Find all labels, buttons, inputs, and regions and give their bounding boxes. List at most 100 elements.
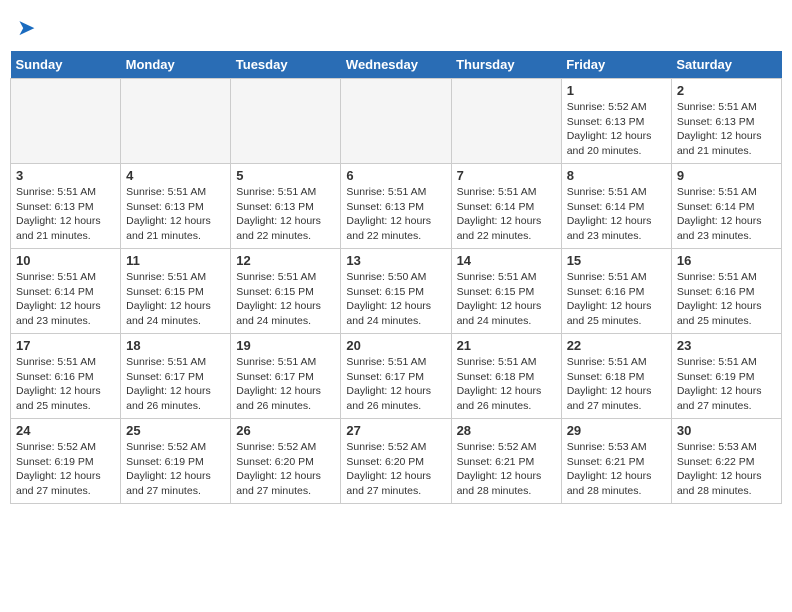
calendar-cell: 9 Sunrise: 5:51 AM Sunset: 6:14 PM Daylig… — [671, 164, 781, 249]
calendar-cell: 28 Sunrise: 5:52 AM Sunset: 6:21 PM Dayli… — [451, 419, 561, 504]
day-number: 7 — [457, 168, 556, 183]
cell-info: Sunrise: 5:52 AM Sunset: 6:20 PM Dayligh… — [236, 440, 335, 499]
day-header-thursday: Thursday — [451, 51, 561, 79]
day-number: 11 — [126, 253, 225, 268]
day-number: 18 — [126, 338, 225, 353]
day-number: 2 — [677, 83, 776, 98]
calendar-cell: 17 Sunrise: 5:51 AM Sunset: 6:16 PM Dayli… — [11, 334, 121, 419]
calendar-cell: 30 Sunrise: 5:53 AM Sunset: 6:22 PM Dayli… — [671, 419, 781, 504]
calendar-cell: 15Sunrise: 5:51 AM Sunset: 6:16 PM Dayli… — [561, 249, 671, 334]
cell-info: Sunrise: 5:51 AM Sunset: 6:13 PM Dayligh… — [677, 100, 776, 159]
cell-info: Sunrise: 5:52 AM Sunset: 6:19 PM Dayligh… — [16, 440, 115, 499]
calendar-cell: 24 Sunrise: 5:52 AM Sunset: 6:19 PM Dayli… — [11, 419, 121, 504]
cell-info: Sunrise: 5:52 AM Sunset: 6:20 PM Dayligh… — [346, 440, 445, 499]
day-number: 23 — [677, 338, 776, 353]
calendar-cell: 2 Sunrise: 5:51 AM Sunset: 6:13 PM Daylig… — [671, 79, 781, 164]
day-number: 28 — [457, 423, 556, 438]
cell-info: Sunrise: 5:51 AM Sunset: 6:19 PM Dayligh… — [677, 355, 776, 414]
day-number: 8 — [567, 168, 666, 183]
day-number: 13 — [346, 253, 445, 268]
calendar-cell: 14Sunrise: 5:51 AM Sunset: 6:15 PM Dayli… — [451, 249, 561, 334]
cell-info: Sunrise: 5:53 AM Sunset: 6:22 PM Dayligh… — [677, 440, 776, 499]
calendar-cell: 5 Sunrise: 5:51 AM Sunset: 6:13 PM Daylig… — [231, 164, 341, 249]
cell-info: Sunrise: 5:51 AM Sunset: 6:14 PM Dayligh… — [457, 185, 556, 244]
calendar-cell: 27 Sunrise: 5:52 AM Sunset: 6:20 PM Dayli… — [341, 419, 451, 504]
day-header-friday: Friday — [561, 51, 671, 79]
week-row-1: 1 Sunrise: 5:52 AM Sunset: 6:13 PM Daylig… — [11, 79, 782, 164]
cell-info: Sunrise: 5:51 AM Sunset: 6:13 PM Dayligh… — [16, 185, 115, 244]
cell-info: Sunrise: 5:53 AM Sunset: 6:21 PM Dayligh… — [567, 440, 666, 499]
day-number: 6 — [346, 168, 445, 183]
calendar-cell: 7 Sunrise: 5:51 AM Sunset: 6:14 PM Daylig… — [451, 164, 561, 249]
day-number: 30 — [677, 423, 776, 438]
cell-info: Sunrise: 5:51 AM Sunset: 6:17 PM Dayligh… — [236, 355, 335, 414]
day-number: 1 — [567, 83, 666, 98]
day-number: 4 — [126, 168, 225, 183]
calendar-cell: 8Sunrise: 5:51 AM Sunset: 6:14 PM Daylig… — [561, 164, 671, 249]
cell-info: Sunrise: 5:51 AM Sunset: 6:16 PM Dayligh… — [16, 355, 115, 414]
day-number: 5 — [236, 168, 335, 183]
calendar-cell: 20 Sunrise: 5:51 AM Sunset: 6:17 PM Dayli… — [341, 334, 451, 419]
page-header: ➤ — [10, 10, 782, 41]
calendar-cell: 19Sunrise: 5:51 AM Sunset: 6:17 PM Dayli… — [231, 334, 341, 419]
calendar-cell — [341, 79, 451, 164]
cell-info: Sunrise: 5:51 AM Sunset: 6:18 PM Dayligh… — [457, 355, 556, 414]
cell-info: Sunrise: 5:51 AM Sunset: 6:13 PM Dayligh… — [126, 185, 225, 244]
cell-info: Sunrise: 5:50 AM Sunset: 6:15 PM Dayligh… — [346, 270, 445, 329]
cell-info: Sunrise: 5:51 AM Sunset: 6:16 PM Dayligh… — [677, 270, 776, 329]
cell-info: Sunrise: 5:51 AM Sunset: 6:15 PM Dayligh… — [236, 270, 335, 329]
cell-info: Sunrise: 5:52 AM Sunset: 6:19 PM Dayligh… — [126, 440, 225, 499]
calendar-cell: 13 Sunrise: 5:50 AM Sunset: 6:15 PM Dayli… — [341, 249, 451, 334]
calendar-cell: 10 Sunrise: 5:51 AM Sunset: 6:14 PM Dayli… — [11, 249, 121, 334]
cell-info: Sunrise: 5:51 AM Sunset: 6:17 PM Dayligh… — [126, 355, 225, 414]
logo: ➤ — [15, 15, 35, 41]
day-number: 16 — [677, 253, 776, 268]
cell-info: Sunrise: 5:52 AM Sunset: 6:13 PM Dayligh… — [567, 100, 666, 159]
day-number: 25 — [126, 423, 225, 438]
calendar-cell: 21 Sunrise: 5:51 AM Sunset: 6:18 PM Dayli… — [451, 334, 561, 419]
calendar-cell: 18 Sunrise: 5:51 AM Sunset: 6:17 PM Dayli… — [121, 334, 231, 419]
day-number: 3 — [16, 168, 115, 183]
day-number: 29 — [567, 423, 666, 438]
cell-info: Sunrise: 5:51 AM Sunset: 6:13 PM Dayligh… — [346, 185, 445, 244]
day-header-wednesday: Wednesday — [341, 51, 451, 79]
cell-info: Sunrise: 5:51 AM Sunset: 6:15 PM Dayligh… — [126, 270, 225, 329]
calendar-cell: 6 Sunrise: 5:51 AM Sunset: 6:13 PM Daylig… — [341, 164, 451, 249]
cell-info: Sunrise: 5:51 AM Sunset: 6:14 PM Dayligh… — [16, 270, 115, 329]
day-number: 17 — [16, 338, 115, 353]
week-row-2: 3 Sunrise: 5:51 AM Sunset: 6:13 PM Daylig… — [11, 164, 782, 249]
day-number: 20 — [346, 338, 445, 353]
cell-info: Sunrise: 5:51 AM Sunset: 6:13 PM Dayligh… — [236, 185, 335, 244]
day-number: 27 — [346, 423, 445, 438]
cell-info: Sunrise: 5:51 AM Sunset: 6:14 PM Dayligh… — [677, 185, 776, 244]
calendar-cell: 3 Sunrise: 5:51 AM Sunset: 6:13 PM Daylig… — [11, 164, 121, 249]
day-header-saturday: Saturday — [671, 51, 781, 79]
calendar-cell: 4 Sunrise: 5:51 AM Sunset: 6:13 PM Daylig… — [121, 164, 231, 249]
cell-info: Sunrise: 5:51 AM Sunset: 6:16 PM Dayligh… — [567, 270, 666, 329]
cell-info: Sunrise: 5:51 AM Sunset: 6:17 PM Dayligh… — [346, 355, 445, 414]
calendar-cell: 23 Sunrise: 5:51 AM Sunset: 6:19 PM Dayli… — [671, 334, 781, 419]
calendar-cell: 16 Sunrise: 5:51 AM Sunset: 6:16 PM Dayli… — [671, 249, 781, 334]
calendar-cell — [11, 79, 121, 164]
day-number: 22 — [567, 338, 666, 353]
week-row-3: 10 Sunrise: 5:51 AM Sunset: 6:14 PM Dayli… — [11, 249, 782, 334]
calendar-cell: 22Sunrise: 5:51 AM Sunset: 6:18 PM Dayli… — [561, 334, 671, 419]
day-header-monday: Monday — [121, 51, 231, 79]
cell-info: Sunrise: 5:52 AM Sunset: 6:21 PM Dayligh… — [457, 440, 556, 499]
day-number: 12 — [236, 253, 335, 268]
day-number: 14 — [457, 253, 556, 268]
day-number: 10 — [16, 253, 115, 268]
logo-bird-icon: ➤ — [17, 15, 35, 41]
calendar-table: SundayMondayTuesdayWednesdayThursdayFrid… — [10, 51, 782, 504]
calendar-cell: 12 Sunrise: 5:51 AM Sunset: 6:15 PM Dayli… — [231, 249, 341, 334]
calendar-cell: 1 Sunrise: 5:52 AM Sunset: 6:13 PM Daylig… — [561, 79, 671, 164]
week-row-4: 17 Sunrise: 5:51 AM Sunset: 6:16 PM Dayli… — [11, 334, 782, 419]
calendar-cell: 11 Sunrise: 5:51 AM Sunset: 6:15 PM Dayli… — [121, 249, 231, 334]
calendar-cell: 26Sunrise: 5:52 AM Sunset: 6:20 PM Dayli… — [231, 419, 341, 504]
day-number: 9 — [677, 168, 776, 183]
day-number: 21 — [457, 338, 556, 353]
week-row-5: 24 Sunrise: 5:52 AM Sunset: 6:19 PM Dayli… — [11, 419, 782, 504]
day-header-sunday: Sunday — [11, 51, 121, 79]
calendar-cell — [451, 79, 561, 164]
day-number: 24 — [16, 423, 115, 438]
